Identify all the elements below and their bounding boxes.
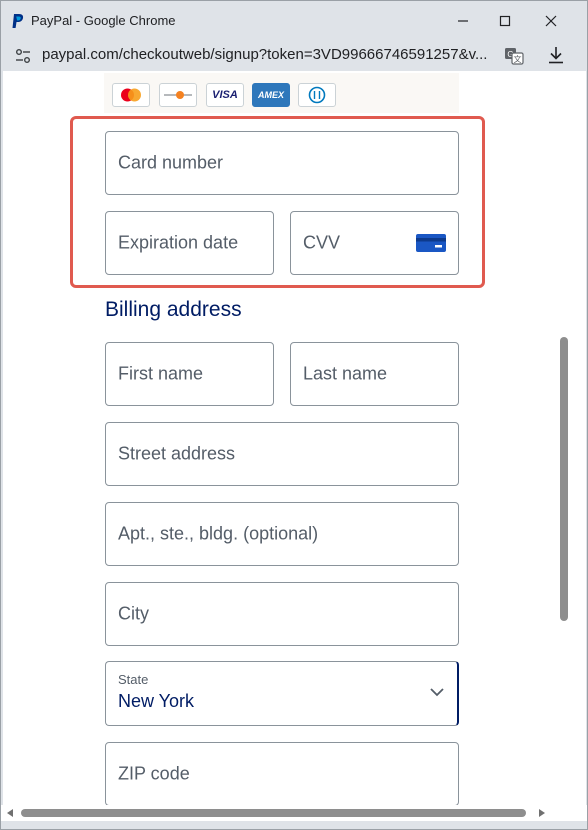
maximize-icon — [499, 15, 511, 27]
state-select[interactable]: State New York — [105, 661, 459, 726]
vertical-scrollbar-thumb[interactable] — [560, 337, 568, 621]
accepted-cards-strip: VISA AMEX — [104, 73, 459, 113]
scroll-right-arrow-icon[interactable] — [539, 809, 545, 817]
title-bar: PayPal - Google Chrome — [1, 1, 587, 41]
last-name-field[interactable]: Last name — [290, 342, 459, 406]
billing-address-title: Billing address — [105, 298, 242, 321]
horizontal-scrollbar[interactable] — [1, 805, 587, 821]
discover-icon — [164, 91, 192, 99]
window-title: PayPal - Google Chrome — [31, 13, 176, 28]
translate-icon[interactable]: G 文 — [503, 45, 525, 67]
amex-text: AMEX — [257, 90, 284, 100]
vertical-scrollbar[interactable] — [557, 71, 571, 805]
state-label: State — [118, 672, 149, 687]
download-icon[interactable] — [545, 44, 567, 66]
site-settings-icon[interactable] — [13, 46, 33, 66]
city-placeholder: City — [118, 603, 149, 624]
paypal-logo-icon — [12, 14, 24, 28]
maximize-button[interactable] — [491, 9, 519, 33]
card-fields-highlight — [70, 116, 485, 288]
minimize-icon — [458, 20, 468, 22]
diners-icon — [308, 86, 326, 104]
street-address-field[interactable]: Street address — [105, 422, 459, 486]
close-icon — [545, 15, 557, 27]
visa-logo: VISA — [206, 83, 244, 107]
minimize-button[interactable] — [449, 9, 477, 33]
svg-text:文: 文 — [514, 54, 522, 64]
apt-placeholder: Apt., ste., bldg. (optional) — [118, 523, 319, 544]
amex-logo: AMEX — [252, 83, 290, 107]
apt-field[interactable]: Apt., ste., bldg. (optional) — [105, 502, 459, 566]
chevron-down-icon — [430, 688, 444, 697]
city-field[interactable]: City — [105, 582, 459, 646]
horizontal-scrollbar-thumb[interactable] — [21, 809, 526, 817]
zip-code-placeholder: ZIP code — [118, 763, 190, 784]
scroll-left-arrow-icon[interactable] — [7, 809, 13, 817]
url-text[interactable]: paypal.com/checkoutweb/signup?token=3VD9… — [42, 46, 496, 63]
diners-logo — [298, 83, 336, 107]
mastercard-icon — [121, 88, 141, 102]
discover-logo — [159, 83, 197, 107]
first-name-field[interactable]: First name — [105, 342, 274, 406]
page-content: VISA AMEX Card number Expiration date CV… — [3, 71, 586, 805]
last-name-placeholder: Last name — [303, 363, 388, 384]
close-button[interactable] — [537, 9, 565, 33]
first-name-placeholder: First name — [118, 363, 204, 384]
address-bar: paypal.com/checkoutweb/signup?token=3VD9… — [1, 41, 587, 71]
visa-text: VISA — [212, 89, 238, 101]
zip-code-field[interactable]: ZIP code — [105, 742, 459, 805]
browser-window: PayPal - Google Chrome paypal.com/checko… — [0, 0, 588, 830]
street-address-placeholder: Street address — [118, 443, 236, 464]
state-value: New York — [118, 691, 195, 711]
mastercard-logo — [112, 83, 150, 107]
